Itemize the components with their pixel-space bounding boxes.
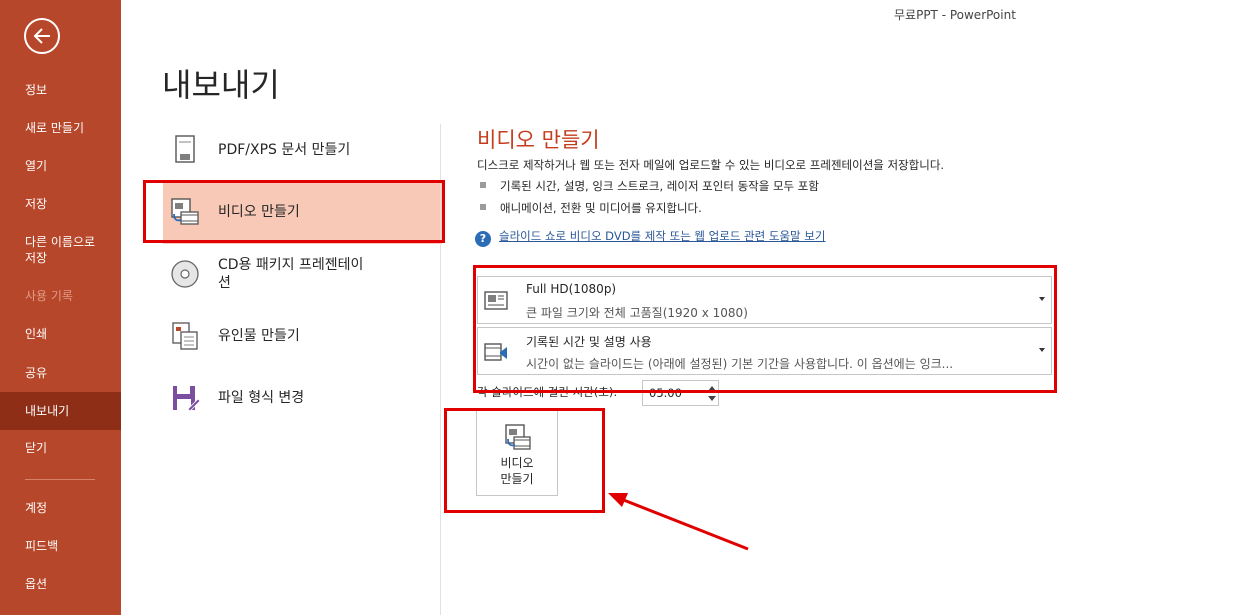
chevron-down-icon [1039, 348, 1045, 352]
sidebar-item-label: 다른 이름으로 저장 [25, 235, 96, 265]
sidebar-item-label: 열기 [25, 159, 48, 173]
sidebar-item[interactable]: 열기 [0, 158, 121, 176]
sidebar-divider [25, 479, 95, 480]
handout-icon [172, 322, 198, 350]
film-audio-icon [484, 343, 507, 361]
quality-sub-label: 큰 파일 크기와 전체 고품질(1920 x 1080) [526, 306, 748, 320]
quality-main-label: Full HD(1080p) [526, 282, 617, 296]
page-title: 내보내기 [162, 66, 280, 104]
presentation-quality-icon [484, 291, 508, 310]
sidebar-item[interactable]: 새로 만들기 [0, 120, 121, 138]
timing-dropdown[interactable]: 기록된 시간 및 설명 사용 시간이 없는 슬라이드는 (아래에 설정된) 기본… [477, 327, 1052, 375]
seconds-label: 각 슬라이드에 걸린 시간(초): [477, 385, 618, 399]
export-option-label: 파일 형식 변경 [218, 390, 305, 406]
sidebar-item-label: 공유 [25, 366, 48, 380]
sidebar-item[interactable]: 정보 [0, 82, 121, 100]
bullet-icon [480, 204, 486, 210]
sidebar-item-label: 피드백 [25, 539, 59, 553]
annotation-arrow-icon [608, 493, 749, 551]
sidebar-item-label: 옵션 [25, 577, 48, 591]
cd-icon [171, 260, 199, 288]
sidebar-item[interactable]: 다른 이름으로 저장 [0, 234, 121, 268]
seconds-spinner[interactable]: 05.00 [642, 380, 719, 406]
pane-divider [440, 124, 441, 615]
window-title: 무료PPT - PowerPoint [894, 8, 1016, 22]
video-icon [505, 424, 531, 450]
sidebar-item-label: 계정 [25, 501, 48, 515]
help-link-text: 슬라이드 쇼로 비디오 DVD를 제작 또는 웹 업로드 관련 도움말 보기 [499, 229, 826, 243]
bullet-text: 기록된 시간, 설명, 잉크 스트로크, 레이저 포인터 동작을 모두 포함 [500, 179, 819, 193]
feature-bullet: 기록된 시간, 설명, 잉크 스트로크, 레이저 포인터 동작을 모두 포함 [480, 178, 819, 194]
bullet-icon [480, 182, 486, 188]
sidebar-item[interactable]: 저장 [0, 196, 121, 214]
export-option[interactable]: CD용 패키지 프레젠테이 션 [163, 244, 442, 306]
spin-up-icon[interactable] [708, 386, 716, 391]
bullet-text: 애니메이션, 전환 및 미디어를 유지합니다. [500, 201, 702, 215]
video-icon [171, 198, 199, 225]
chevron-down-icon [1039, 297, 1045, 301]
sidebar-item[interactable]: 옵션 [0, 576, 121, 594]
help-link[interactable]: ? 슬라이드 쇼로 비디오 DVD를 제작 또는 웹 업로드 관련 도움말 보기 [475, 228, 825, 247]
back-arrow-icon [33, 28, 50, 44]
sidebar-item[interactable]: 닫기 [0, 440, 121, 458]
backstage-sidebar: 정보새로 만들기열기저장다른 이름으로 저장사용 기록인쇄공유내보내기닫기계정피… [0, 0, 121, 615]
export-option-label: 유인물 만들기 [218, 328, 300, 344]
sidebar-item-label: 저장 [25, 197, 48, 211]
sidebar-item-label: 정보 [25, 83, 48, 97]
export-option[interactable]: 비디오 만들기 [163, 182, 442, 244]
export-option-label: 비디오 만들기 [218, 204, 300, 220]
back-button[interactable] [24, 18, 60, 54]
sidebar-item[interactable]: 계정 [0, 500, 121, 518]
sidebar-item: 사용 기록 [0, 288, 121, 306]
sidebar-item[interactable]: 공유 [0, 365, 121, 383]
seconds-value: 05.00 [649, 386, 682, 400]
sidebar-item[interactable]: 내보내기 [0, 392, 121, 430]
export-option-label: CD용 패키지 프레젠테이 션 [218, 257, 364, 291]
spin-down-icon[interactable] [708, 396, 716, 401]
timing-sub-label: 시간이 없는 슬라이드는 (아래에 설정된) 기본 기간을 사용합니다. 이 옵… [526, 357, 954, 371]
section-description: 디스크로 제작하거나 웹 또는 전자 메일에 업로드할 수 있는 비디오로 프레… [477, 158, 945, 172]
sidebar-item-label: 인쇄 [25, 327, 48, 341]
sidebar-item[interactable]: 인쇄 [0, 326, 121, 344]
sidebar-item-label: 내보내기 [25, 404, 70, 418]
save-file-icon [173, 386, 201, 412]
export-option[interactable]: PDF/XPS 문서 만들기 [163, 120, 442, 182]
quality-dropdown[interactable]: Full HD(1080p) 큰 파일 크기와 전체 고품질(1920 x 10… [477, 276, 1052, 324]
pdf-document-icon [175, 135, 195, 163]
help-icon: ? [475, 231, 491, 247]
sidebar-item-label: 닫기 [25, 441, 48, 455]
powerpoint-backstage: 정보 새로 만들기 열기 저장 다른 이름으로 저장 사용 기록 인쇄 공유 내보내기 닫기 계정 피… [0, 0, 1240, 615]
feature-bullet: 애니메이션, 전환 및 미디어를 유지합니다. [480, 200, 702, 216]
sidebar-item-label: 사용 기록 [25, 289, 73, 303]
export-option-label: PDF/XPS 문서 만들기 [218, 142, 351, 158]
sidebar-item-label: 새로 만들기 [25, 121, 85, 135]
section-title: 비디오 만들기 [477, 128, 600, 152]
timing-main-label: 기록된 시간 및 설명 사용 [526, 335, 652, 349]
sidebar-item[interactable]: 피드백 [0, 538, 121, 556]
create-video-button[interactable]: 비디오 만들기 [476, 410, 558, 496]
create-video-button-label: 비디오 만들기 [500, 456, 534, 486]
export-option[interactable]: 파일 형식 변경 [163, 368, 442, 430]
export-option[interactable]: 유인물 만들기 [163, 306, 442, 368]
